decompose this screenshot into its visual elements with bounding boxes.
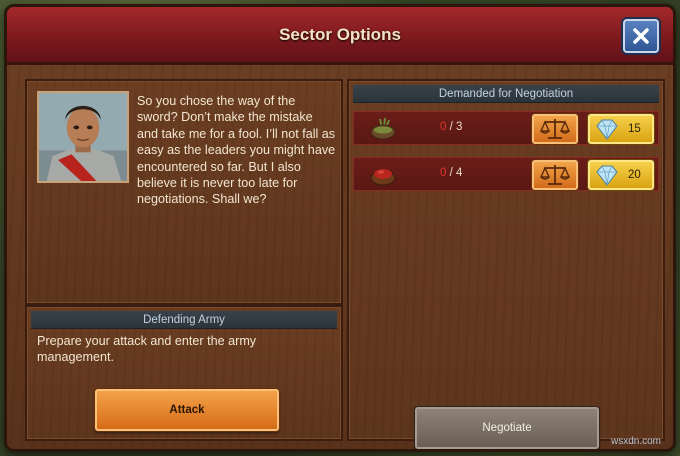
leader-message-panel: So you chose the way of the sword? Don’t… [25,79,343,305]
trade-goods-button[interactable] [532,114,578,144]
good-count: 0 / 4 [440,167,463,179]
defending-army-panel: Defending Army Prepare your attack and e… [25,305,343,441]
defending-army-text: Prepare your attack and enter the army m… [37,334,257,365]
pay-diamonds-button[interactable]: 20 [588,160,654,190]
defending-army-header: Defending Army [31,311,337,329]
herbs-bowl-icon [370,117,396,140]
close-button[interactable] [623,19,659,53]
demand-row: 0 / 4 20 [353,157,659,191]
scales-icon [540,119,570,139]
red-spice-bowl-icon [370,169,396,186]
diamond-cost: 20 [628,169,641,181]
title-bar: Sector Options [7,7,673,65]
demand-row: 0 / 3 15 [353,111,659,145]
leader-portrait [37,91,129,183]
negotiate-button[interactable]: Negotiate [415,407,599,449]
roman-leader-portrait-icon [39,93,127,181]
sector-options-dialog: Sector Options So you chose the way of t… [4,4,676,452]
diamond-cost: 15 [628,123,641,135]
pay-diamonds-button[interactable]: 15 [588,114,654,144]
negotiation-header: Demanded for Negotiation [353,85,659,103]
diamond-icon [596,165,618,186]
watermark: wsxdn.com [610,436,661,447]
negotiation-panel: Demanded for Negotiation 0 / 3 15 0 / 4 … [347,79,665,449]
diamond-icon [596,119,618,140]
dialog-title: Sector Options [279,24,401,44]
attack-button[interactable]: Attack [95,389,279,431]
scales-icon [540,165,570,185]
close-icon [633,28,649,44]
good-count: 0 / 3 [440,121,463,133]
dialog-body: So you chose the way of the sword? Don’t… [7,65,673,449]
leader-message: So you chose the way of the sword? Don’t… [137,94,336,207]
trade-goods-button[interactable] [532,160,578,190]
